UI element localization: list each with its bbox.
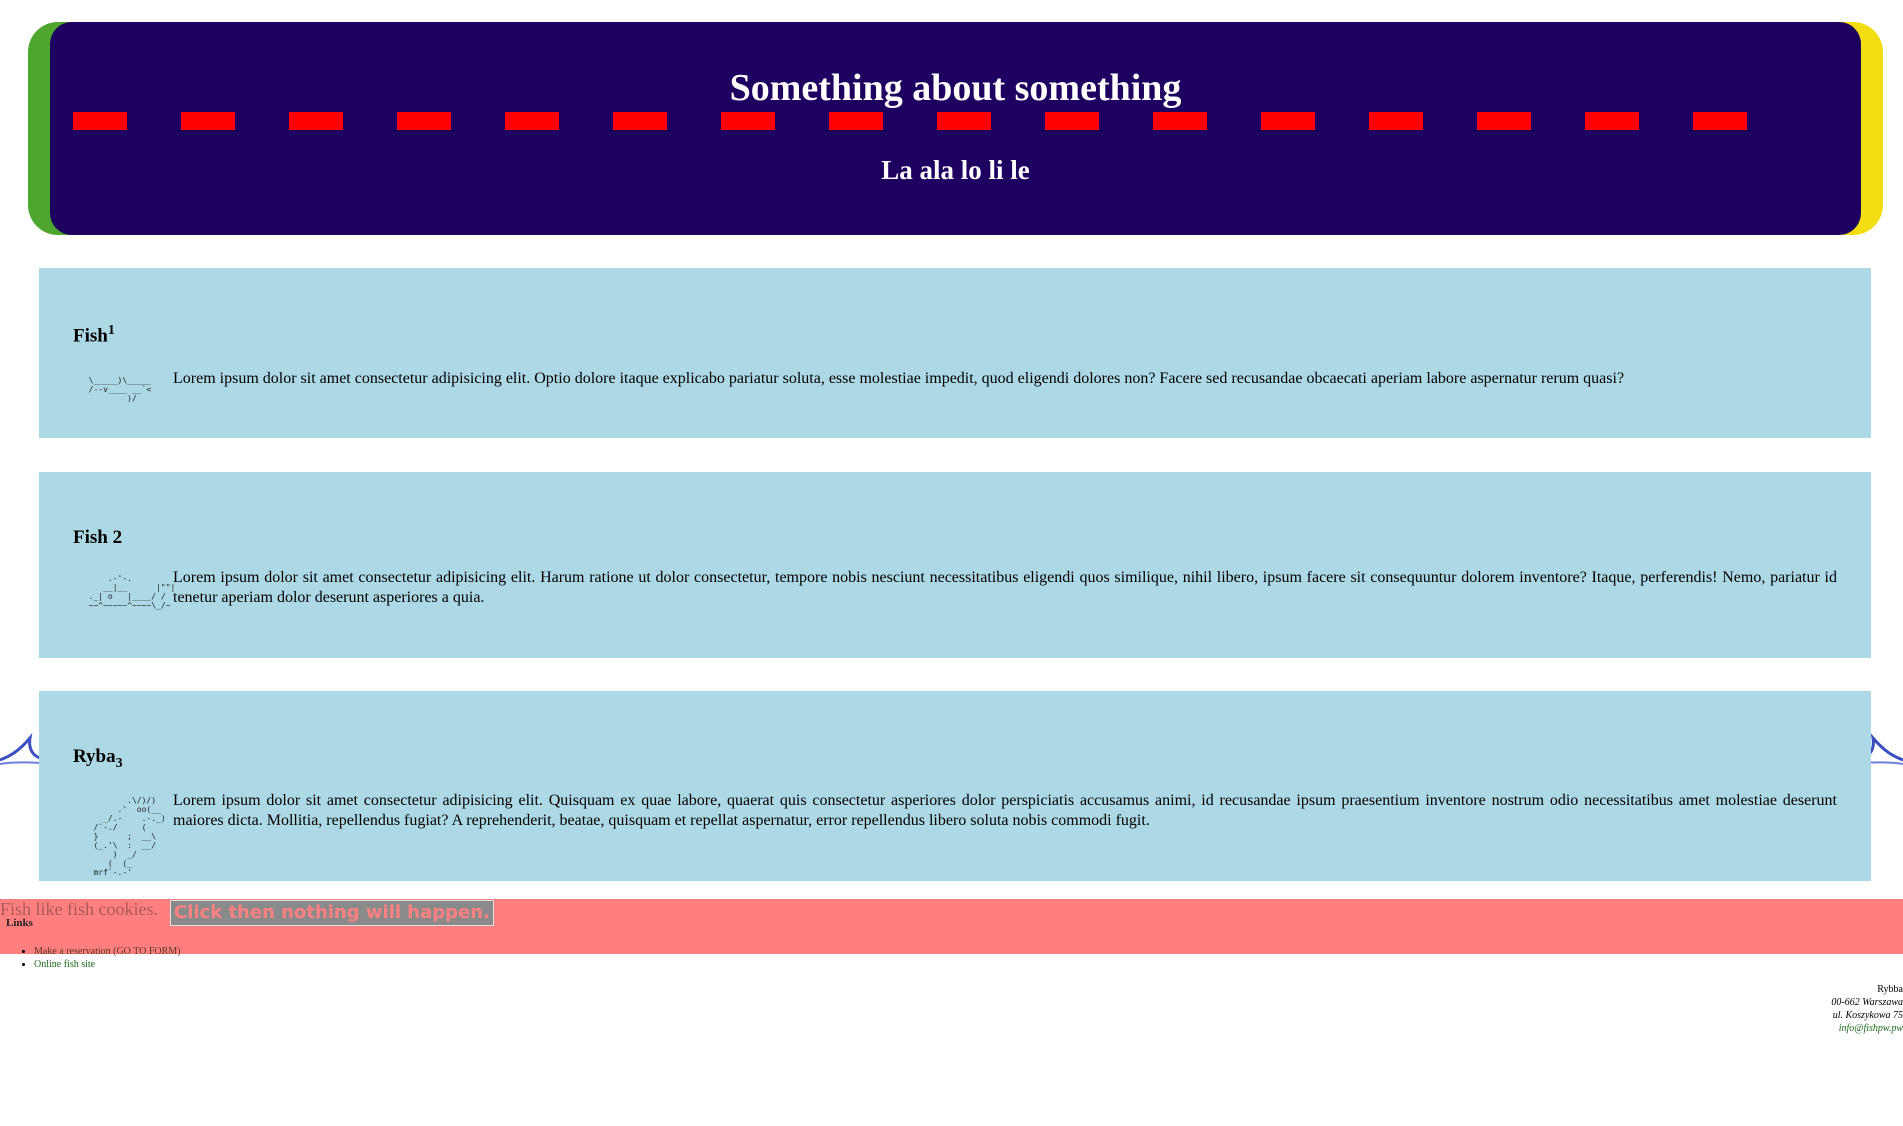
header-dash [613,112,667,130]
cookie-accept-button[interactable]: Click then nothing will happen. [170,900,494,926]
card-text: Lorem ipsum dolor sit amet consectetur a… [173,569,1837,606]
links-heading: Links [6,917,33,929]
header-banner: Something about something La ala lo li l… [50,22,1861,235]
header-dash [73,112,127,130]
email-link[interactable]: info@fishpw.pw [1813,1022,1903,1035]
cookie-banner: Fish like fish cookies. Click then nothi… [0,899,1903,954]
header-dash [1153,112,1207,130]
list-item: Make a reservation (GO TO FORM) [34,945,181,958]
address-line-2: ul. Koszykowa 75 [1832,1010,1903,1021]
header-dash [397,112,451,130]
company-name: Rybba [1877,984,1903,995]
header-dash [1585,112,1639,130]
card-text: Lorem ipsum dolor sit amet consectetur a… [173,370,1625,387]
boat-ascii-art: .-'-. __|__ |""| ._| o |____/ / ~~^~~~~~… [88,574,176,610]
online-site-link[interactable]: Online fish site [34,959,95,970]
wave-left-icon [0,732,40,765]
header-dash [1261,112,1315,130]
card-heading: Fish 2 [73,527,123,548]
address-line-1: 00-662 Warszawa [1831,997,1903,1008]
card-text: Lorem ipsum dolor sit amet consectetur a… [173,792,1837,829]
header-dash [1477,112,1531,130]
fish-ascii-art: \_____)\_____ /--v____ __`< )/ [88,376,152,403]
page-header: Something about something La ala lo li l… [28,22,1883,235]
header-dash [181,112,235,130]
page-title: Something about something [729,67,1182,109]
list-item: Online fish site [34,958,181,971]
fish-card-3: Ryba3 .\/)/) .' oo(__ _/.- .-._) /`-./ (… [39,691,1871,881]
page-subtitle: La ala lo li le [881,155,1030,185]
header-dash [1693,112,1747,130]
header-dash [1045,112,1099,130]
links-list: Make a reservation (GO TO FORM) Online f… [20,945,181,971]
header-dash [1369,112,1423,130]
header-dash [721,112,775,130]
dashed-divider [73,112,1843,130]
contact-address: Rybba 00-662 Warszawa ul. Koszykowa 75 i… [1813,983,1903,1035]
header-dash [505,112,559,130]
card-heading: Ryba3 [73,746,123,771]
header-dash [829,112,883,130]
card-heading: Fish1 [73,323,115,347]
fish-card-2: Fish 2 .-'-. __|__ |""| ._| o |____/ / ~… [39,472,1871,658]
fish-card-1: Fish1 \_____)\_____ /--v____ __`< )/ Lor… [39,268,1871,438]
reservation-link[interactable]: Make a reservation (GO TO FORM) [34,946,181,957]
seahorse-ascii-art: .\/)/) .' oo(__ _/.- .-._) /`-./ ( } ; _… [93,796,166,877]
header-dash [289,112,343,130]
header-dash [937,112,991,130]
